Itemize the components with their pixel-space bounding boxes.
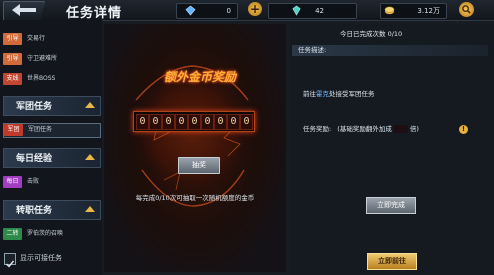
gold-counter: 3.12万 (380, 3, 447, 19)
multiplier-box (393, 125, 408, 133)
sidebar-item-shelter[interactable]: 引导 守卫避难所 (3, 53, 99, 65)
gold-value: 3.12万 (417, 7, 440, 15)
bonus-gold-title: 额外金币奖励 (163, 70, 236, 84)
daily-tag: 每日 (3, 176, 22, 188)
counter-digit: 0 (227, 114, 240, 130)
sidebar-item-label: 交易行 (27, 35, 46, 42)
reward-title: 任务奖励: (303, 125, 332, 133)
back-button[interactable] (3, 1, 45, 21)
sidebar-item-label: 军团任务 (28, 126, 53, 133)
task-reward-line: 任务奖励: (基础奖励翻外加成 倍) (303, 125, 419, 134)
gem-counter: 42 (268, 3, 357, 19)
counter-digit: 0 (162, 114, 175, 130)
go-now-button[interactable]: 立即前往 (367, 253, 417, 270)
show-possible-checkbox[interactable] (4, 253, 16, 268)
guide-tag: 引导 (3, 53, 22, 65)
counter-digit: 0 (149, 114, 162, 130)
blue-diamond-icon (185, 5, 196, 16)
show-possible-label: 显示可接任务 (20, 254, 62, 262)
top-bar: 任务详情 0 + 42 3.12万 (0, 0, 494, 21)
counter-digit: 0 (175, 114, 188, 130)
sidebar-item-world-boss[interactable]: 支线 世界BOSS (3, 73, 99, 85)
legion-tag: 军团 (4, 124, 23, 136)
group-header-legion[interactable]: 军团任务 (3, 96, 101, 116)
reward-note-suffix: 倍) (409, 125, 419, 133)
sidebar-item-label: 击败 (27, 178, 40, 185)
group-header-class-change[interactable]: 转职任务 (3, 200, 101, 220)
finish-now-button[interactable]: 立即完成 (366, 197, 416, 214)
counter-digit: 0 (136, 114, 149, 130)
sidebar-item-roberts-call[interactable]: 二转 罗伯茨的召唤 (3, 228, 99, 240)
sidebar-item-label: 守卫避难所 (27, 55, 58, 62)
guide-tag: 引导 (3, 33, 22, 45)
npc-link[interactable]: 霍克 (316, 90, 329, 98)
daily-completion-count: 今日已完成次数 0/10 (340, 30, 403, 38)
gold-coin-icon (384, 6, 395, 15)
counter-digit: 0 (201, 114, 214, 130)
back-arrow-icon (12, 4, 36, 16)
sidebar-item-label: 罗伯茨的召唤 (27, 230, 64, 237)
section-title: 任务描述: (298, 46, 327, 54)
chevron-up-icon (85, 102, 95, 108)
task-text-suffix: 处接受军团任务 (329, 90, 375, 98)
teal-gem-icon (292, 5, 301, 16)
diamond-value: 0 (226, 7, 231, 15)
task-description-text: 前往霍克处接受军团任务 (303, 88, 375, 98)
group-header-label: 每日经验 (16, 154, 53, 164)
sidebar-item-defeat[interactable]: 每日 击败 (3, 176, 99, 188)
counter-digit: 0 (188, 114, 201, 130)
group-header-label: 转职任务 (16, 206, 53, 216)
group-header-daily-exp[interactable]: 每日经验 (3, 148, 101, 168)
gold-counter-display: 0 0 0 0 0 0 0 0 0 (133, 111, 255, 132)
draw-description: 每完成0/10次可抽取一次随机额度的金币 (135, 194, 255, 202)
add-currency-button[interactable]: + (248, 2, 262, 16)
diamond-counter: 0 (176, 3, 238, 19)
task-description-header: 任务描述: (292, 45, 488, 56)
checkmark-icon (6, 260, 15, 268)
gem-value: 42 (315, 7, 324, 15)
draw-lottery-button[interactable]: 抽奖 (178, 157, 220, 174)
counter-digit: 0 (214, 114, 227, 130)
page-title: 任务详情 (66, 6, 123, 21)
second-class-tag: 二转 (3, 228, 22, 240)
reward-note-prefix: (基础奖励翻外加成 (337, 125, 392, 133)
group-header-label: 军团任务 (16, 102, 53, 112)
chevron-up-icon (85, 206, 95, 212)
info-icon[interactable]: ! (459, 125, 468, 134)
side-quest-tag: 支线 (3, 73, 22, 85)
task-detail-panel (290, 24, 494, 275)
task-text-prefix: 前往 (303, 90, 316, 98)
counter-digit: 0 (240, 114, 253, 130)
search-icon (462, 5, 471, 14)
sidebar-item-trading[interactable]: 引导 交易行 (3, 33, 99, 45)
sidebar-item-legion-task[interactable]: 军团 军团任务 (3, 123, 101, 138)
chevron-up-icon (85, 154, 95, 160)
search-button[interactable] (459, 2, 474, 17)
sidebar-item-label: 世界BOSS (27, 75, 56, 82)
